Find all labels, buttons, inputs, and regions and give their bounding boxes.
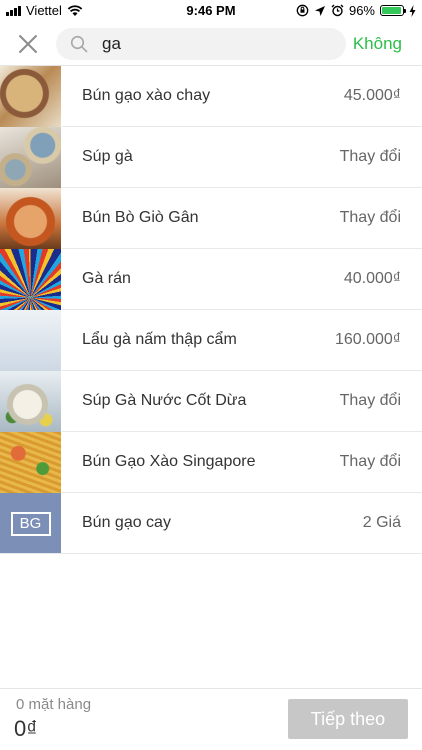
search-input[interactable]: [102, 34, 322, 54]
item-list: Bún gạo xào chay 45.000₫ Súp gà Thay đổi…: [0, 66, 422, 554]
item-thumbnail: [0, 66, 61, 127]
battery-icon: [380, 5, 406, 16]
item-thumbnail: BG: [0, 493, 61, 554]
item-thumbnail: [0, 371, 61, 432]
close-button[interactable]: [16, 32, 40, 56]
item-name: Súp Gà Nước Cốt Dừa: [82, 392, 247, 409]
cancel-button[interactable]: Không: [353, 34, 402, 54]
list-item[interactable]: Bún Gạo Xào Singapore Thay đổi: [0, 432, 422, 493]
item-thumbnail: [0, 188, 61, 249]
item-thumbnail: [0, 249, 61, 310]
item-count: 0 mặt hàng: [16, 696, 92, 713]
search-header: Không: [0, 22, 422, 66]
search-box[interactable]: [56, 28, 346, 60]
list-item[interactable]: Bún gạo xào chay 45.000₫: [0, 66, 422, 127]
item-name: Gà rán: [82, 270, 131, 287]
status-bar: Viettel 9:46 PM 96%: [0, 0, 422, 22]
item-price: Thay đổi: [339, 453, 401, 470]
item-price: 45.000₫: [343, 87, 401, 104]
item-thumbnail: [0, 127, 61, 188]
item-name: Bún gạo cay: [82, 514, 171, 531]
item-name: Súp gà: [82, 148, 133, 165]
list-item[interactable]: Súp gà Thay đổi: [0, 127, 422, 188]
battery-percent: 96%: [348, 3, 375, 18]
item-thumbnail: [0, 432, 61, 493]
search-icon: [70, 35, 88, 53]
divider: [0, 553, 422, 554]
list-item[interactable]: Lẩu gà nấm thập cẩm 160.000₫: [0, 310, 422, 371]
checkout-bar: 0 mặt hàng 0₫ Tiếp theo: [0, 688, 422, 750]
item-price: Thay đổi: [339, 209, 401, 226]
item-price: 160.000₫: [334, 331, 401, 348]
list-item[interactable]: Gà rán 40.000₫: [0, 249, 422, 310]
item-name: Bún Gạo Xào Singapore: [82, 453, 256, 470]
item-initials: BG: [10, 511, 51, 536]
close-icon: [19, 35, 37, 53]
item-name: Lẩu gà nấm thập cẩm: [82, 331, 237, 348]
list-item[interactable]: Bún Bò Giò Gân Thay đổi: [0, 188, 422, 249]
location-icon: [314, 5, 325, 16]
list-item[interactable]: BG Bún gạo cay 2 Giá: [0, 493, 422, 554]
orientation-lock-icon: [296, 4, 309, 17]
next-button[interactable]: Tiếp theo: [288, 699, 408, 739]
list-item[interactable]: Súp Gà Nước Cốt Dừa Thay đổi: [0, 371, 422, 432]
charging-icon: [409, 4, 416, 17]
alarm-icon: [331, 4, 344, 17]
item-price: 40.000₫: [343, 270, 401, 287]
status-right: 96%: [296, 3, 416, 18]
total-amount: 0₫: [14, 716, 38, 741]
item-name: Bún gạo xào chay: [82, 87, 211, 104]
item-price: Thay đổi: [339, 148, 401, 165]
item-thumbnail: [0, 310, 61, 371]
item-price: 2 Giá: [362, 514, 401, 531]
item-price: Thay đổi: [339, 392, 401, 409]
item-name: Bún Bò Giò Gân: [82, 209, 199, 226]
